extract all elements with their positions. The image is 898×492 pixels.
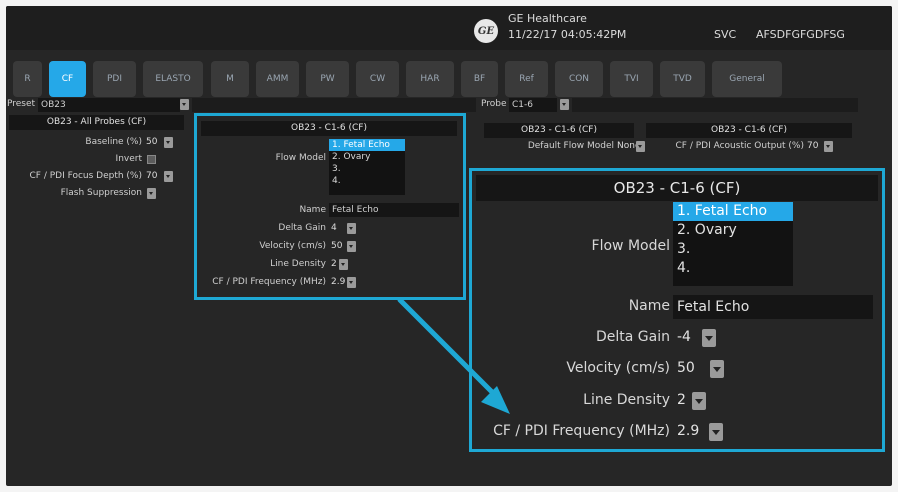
zoom-flow-model-item[interactable]: 3. [673,240,793,259]
zoom-velocity-dropdown-icon[interactable] [710,360,724,378]
zoom-name-input[interactable]: Fetal Echo [673,295,873,319]
zoom-velocity-value: 50 [677,360,695,376]
zoom-frequency-value: 2.9 [677,423,700,439]
ultrasound-screen: GE GE Healthcare 11/22/17 04:05:42PM SVC… [6,6,892,486]
zoom-line-density-value: 2 [677,392,686,408]
zoom-panel-title: OB23 - C1-6 (CF) [476,175,878,201]
zoom-flow-model-label: Flow Model [591,238,670,254]
zoom-frequency-dropdown-icon[interactable] [709,423,723,441]
zoom-delta-gain-dropdown-icon[interactable] [702,329,716,347]
zoom-line-density-dropdown-icon[interactable] [692,392,706,410]
zoom-velocity-label: Velocity (cm/s) [566,360,670,376]
zoom-name-label: Name [628,298,670,314]
zoom-flow-model-item[interactable]: 2. Ovary [673,221,793,240]
zoom-line-density-label: Line Density [583,392,670,408]
zoom-delta-gain-label: Delta Gain [596,329,670,345]
zoom-flow-model-item[interactable]: 1. Fetal Echo [673,202,793,221]
zoom-delta-gain-value: -4 [677,329,691,345]
zoom-flow-model-list[interactable]: 1. Fetal Echo 2. Ovary 3. 4. [673,202,793,286]
zoom-flow-model-item[interactable]: 4. [673,259,793,278]
zoom-frequency-label: CF / PDI Frequency (MHz) [493,423,670,439]
